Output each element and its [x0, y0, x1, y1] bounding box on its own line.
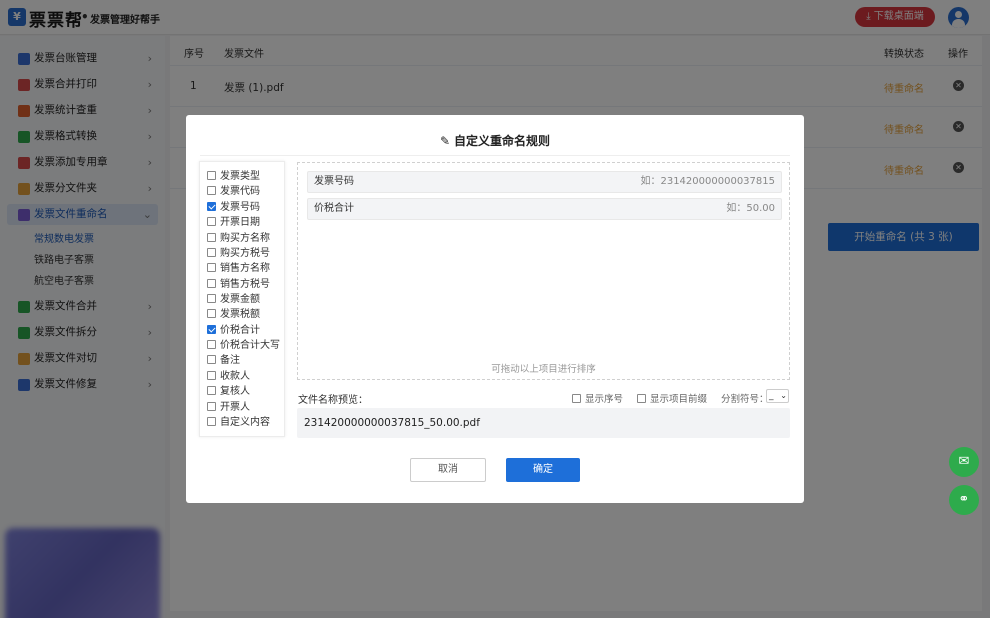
- checkbox[interactable]: [207, 186, 216, 195]
- edit-icon: ✎: [439, 134, 451, 148]
- field-option[interactable]: 销售方税号: [207, 277, 270, 292]
- checkbox[interactable]: [207, 233, 216, 242]
- checkbox[interactable]: [207, 371, 216, 380]
- field-option[interactable]: 开票人: [207, 400, 250, 415]
- sortable-item-name: 价税合计: [314, 203, 354, 214]
- sortable-item-example: 如：50.00: [726, 203, 775, 214]
- rename-rule-dialog: ✎ 自定义重命名规则 发票类型 发票代码 发票号码 开票日期 购买方名称 购买方税…: [186, 115, 804, 503]
- dialog-title: ✎ 自定义重命名规则: [186, 132, 804, 149]
- checkbox[interactable]: [207, 340, 216, 349]
- field-label: 发票代码: [220, 186, 260, 197]
- separator-label: 分割符号：: [721, 394, 769, 405]
- field-option[interactable]: 销售方名称: [207, 261, 270, 276]
- field-option[interactable]: 收款人: [207, 369, 250, 384]
- field-label: 发票类型: [220, 171, 260, 182]
- field-label: 发票税额: [220, 309, 260, 320]
- chevron-down-icon: ⌄: [780, 391, 787, 400]
- field-option[interactable]: 备注: [207, 353, 240, 368]
- sortable-field-area[interactable]: 发票号码 如：231420000000037815 价税合计 如：50.00 可…: [297, 162, 790, 380]
- cancel-button[interactable]: 取消: [410, 458, 486, 482]
- field-option[interactable]: 复核人: [207, 384, 250, 399]
- field-label: 收款人: [220, 371, 250, 382]
- checkbox[interactable]: [207, 202, 216, 211]
- checkbox[interactable]: [207, 217, 216, 226]
- checkbox[interactable]: [637, 394, 646, 403]
- field-label: 发票号码: [220, 202, 260, 213]
- checkbox[interactable]: [207, 263, 216, 272]
- field-label: 备注: [220, 355, 240, 366]
- checkbox[interactable]: [207, 417, 216, 426]
- field-option[interactable]: 发票类型: [207, 169, 260, 184]
- field-option[interactable]: 价税合计: [207, 323, 260, 338]
- field-option[interactable]: 发票金额: [207, 292, 260, 307]
- field-label: 销售方税号: [220, 279, 270, 290]
- link-icon[interactable]: ⚭: [949, 485, 979, 515]
- option-label: 显示项目前缀: [650, 394, 708, 405]
- checkbox[interactable]: [207, 171, 216, 180]
- field-label: 购买方税号: [220, 248, 270, 259]
- field-label: 销售方名称: [220, 263, 270, 274]
- field-label: 开票人: [220, 402, 250, 413]
- field-option[interactable]: 发票号码: [207, 200, 260, 215]
- filename-preview: 231420000000037815_50.00.pdf: [297, 408, 790, 438]
- field-option[interactable]: 自定义内容: [207, 415, 270, 430]
- checkbox[interactable]: [207, 325, 216, 334]
- preview-label: 文件名称预览：: [298, 395, 368, 406]
- sortable-item[interactable]: 价税合计 如：50.00: [307, 198, 782, 220]
- separator-select[interactable]: _ ⌄: [766, 389, 789, 403]
- checkbox[interactable]: [207, 309, 216, 318]
- field-option[interactable]: 价税合计大写: [207, 338, 280, 353]
- field-option[interactable]: 开票日期: [207, 215, 260, 230]
- checkbox[interactable]: [572, 394, 581, 403]
- sortable-item-example: 如：231420000000037815: [640, 176, 775, 187]
- sortable-item[interactable]: 发票号码 如：231420000000037815: [307, 171, 782, 193]
- checkbox[interactable]: [207, 294, 216, 303]
- field-option[interactable]: 发票税额: [207, 307, 260, 322]
- field-label: 购买方名称: [220, 233, 270, 244]
- show-index-option[interactable]: 显示序号: [572, 391, 623, 405]
- field-option[interactable]: 购买方名称: [207, 231, 270, 246]
- field-label: 复核人: [220, 386, 250, 397]
- field-label: 开票日期: [220, 217, 260, 228]
- checkbox[interactable]: [207, 279, 216, 288]
- field-label: 自定义内容: [220, 417, 270, 428]
- option-label: 显示序号: [585, 394, 624, 405]
- sort-hint: 可拖动以上项目进行排序: [491, 364, 596, 375]
- sortable-item-name: 发票号码: [314, 176, 354, 187]
- dialog-title-text: 自定义重命名规则: [454, 134, 551, 148]
- field-label: 发票金额: [220, 294, 260, 305]
- wechat-icon[interactable]: ✉: [949, 447, 979, 477]
- field-label: 价税合计: [220, 325, 260, 336]
- confirm-button[interactable]: 确定: [506, 458, 580, 482]
- field-option[interactable]: 购买方税号: [207, 246, 270, 261]
- checkbox[interactable]: [207, 386, 216, 395]
- checkbox[interactable]: [207, 248, 216, 257]
- divider: [200, 155, 790, 156]
- checkbox[interactable]: [207, 355, 216, 364]
- show-prefix-option[interactable]: 显示项目前缀: [637, 391, 707, 405]
- field-option[interactable]: 发票代码: [207, 184, 260, 199]
- checkbox[interactable]: [207, 402, 216, 411]
- field-label: 价税合计大写: [220, 340, 280, 351]
- field-checklist: 发票类型 发票代码 发票号码 开票日期 购买方名称 购买方税号 销售方名称 销售…: [199, 161, 285, 437]
- separator-value: _: [769, 391, 774, 401]
